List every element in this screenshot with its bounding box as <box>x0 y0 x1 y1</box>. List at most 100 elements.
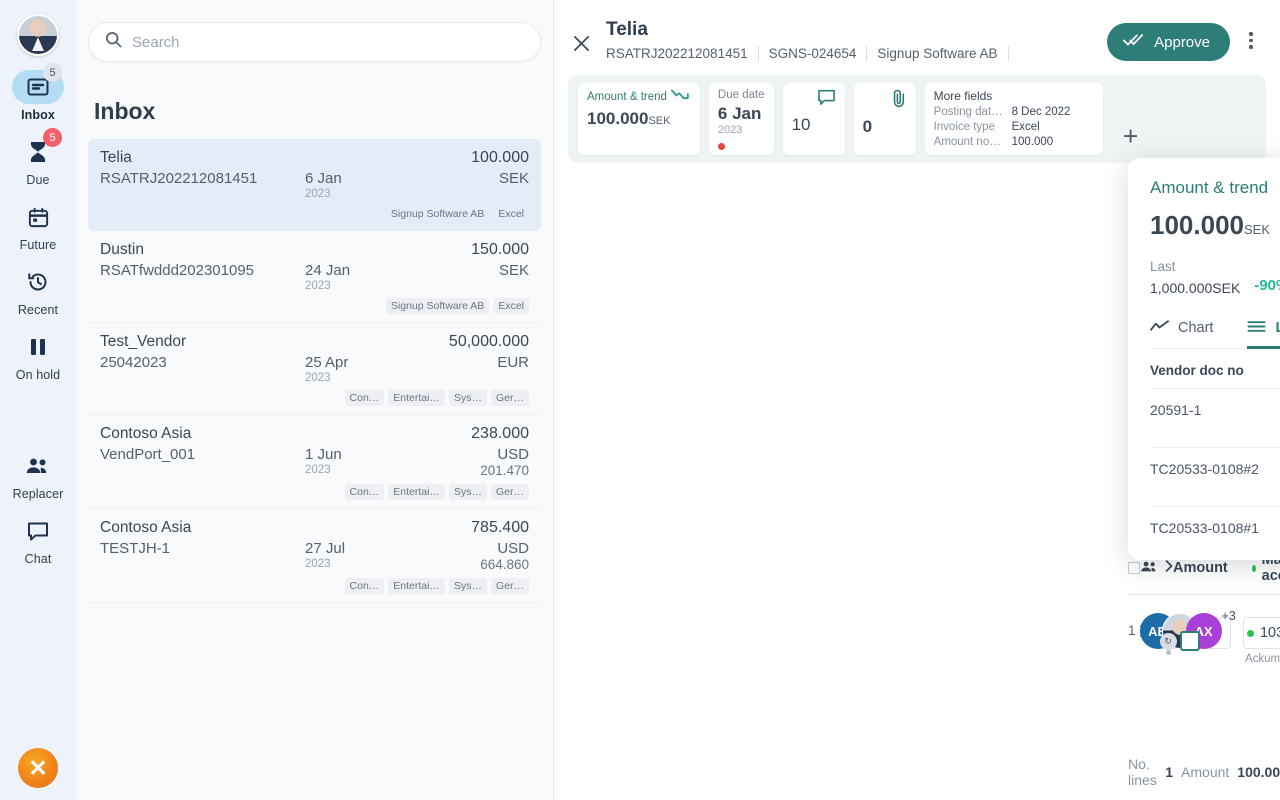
card-more-fields[interactable]: More fields Posting dat… 8 Dec 2022 Invo… <box>924 83 1103 155</box>
card-label-text: Amount & trend <box>587 90 667 103</box>
list-item-line-secondary: RSATfwddd202301095 24 Jan 2023 SEK <box>100 262 529 292</box>
page-title: Inbox <box>94 98 156 124</box>
no-lines-value: 1 <box>1165 764 1174 780</box>
trend-down-icon <box>670 89 691 104</box>
list-item-line-primary: Contoso Asia 238.000 <box>100 425 529 443</box>
due-date-block: 27 Jul 2023 <box>305 540 345 570</box>
sidebar-item-replacer[interactable]: Replacer <box>0 449 76 501</box>
table-row[interactable]: TC20533-0108#1 30 Aug 1 Aug 1,000.000 <box>1150 505 1280 548</box>
tag: Con… <box>344 390 385 406</box>
more-fields-value: 100.000 <box>1011 136 1054 148</box>
avatar[interactable] <box>17 14 59 56</box>
table-row[interactable]: 20591-1 19 Dec 2023 26 Oct 2020 1,000.00… <box>1150 387 1280 448</box>
due-date-block: 6 Jan 2023 <box>305 170 342 200</box>
summary-card-strip: Amount & trend 100.000SEK Due date 6 Jan… <box>568 75 1266 163</box>
app-logo[interactable]: ✕ <box>18 748 58 788</box>
sidebar-item-chat[interactable]: Chat <box>0 514 76 566</box>
tag: Entertai… <box>388 578 445 594</box>
card-amount-trend-label: Amount & trend <box>587 89 691 104</box>
tag: Ger… <box>490 390 529 406</box>
tag: Con… <box>344 484 385 500</box>
tag: Con… <box>344 578 385 594</box>
popup-body: Amount & trend 100.000SEK Last 1,000.000… <box>1128 158 1280 548</box>
sidebar-label-replacer: Replacer <box>12 487 64 501</box>
sidebar-label-future: Future <box>19 238 57 252</box>
tag: Sys… <box>448 390 487 406</box>
table-row[interactable]: 1 AB AX ↻ +3 100.000 1039 Ackumu <box>1128 595 1280 665</box>
more-fields-value: Excel <box>1011 121 1040 133</box>
tab-list[interactable]: List <box>1247 320 1280 349</box>
list-icon <box>1247 320 1266 337</box>
tab-chart[interactable]: Chart <box>1150 319 1213 349</box>
double-check-icon <box>1123 33 1145 51</box>
trend-table-head: Vendor doc no Due Posting date Amount <box>1150 349 1280 389</box>
amount-value: 100.000 <box>471 149 529 166</box>
selection-marker[interactable] <box>1179 631 1200 651</box>
application-root: 5 Inbox 5 Due Future Recent On hold Repl… <box>0 0 1280 800</box>
approvers-header[interactable] <box>1140 560 1173 577</box>
card-attachments[interactable]: 0 <box>853 83 916 155</box>
due-year: 2023 <box>305 188 331 200</box>
card-amount-trend[interactable]: Amount & trend 100.000SEK <box>578 83 700 155</box>
tag-group: Signup Software AB Excel <box>100 206 529 222</box>
currency: USD <box>497 446 529 463</box>
select-all-checkbox[interactable] <box>1128 562 1140 574</box>
inbox-panel: Inbox Telia 100.000 RSATRJ202212081451 6… <box>76 0 554 800</box>
sidebar-item-inbox[interactable]: 5 Inbox <box>0 63 76 122</box>
due-date: 24 Jan <box>305 262 351 279</box>
list-item-line-primary: Dustin 150.000 <box>100 241 529 259</box>
add-card-button[interactable]: + <box>1112 83 1150 155</box>
sidebar-item-on-hold[interactable]: On hold <box>0 330 76 382</box>
list-item-line-secondary: TESTJH-1 27 Jul 2023 USD 664.860 <box>100 540 529 572</box>
list-item[interactable]: Contoso Asia 238.000 VendPort_001 1 Jun … <box>88 415 541 509</box>
document-number: TESTJH-1 <box>100 540 171 557</box>
lines-footer: No. lines 1 Amount 100.000 (0) <box>1128 756 1280 788</box>
more-fields-key: Posting dat… <box>933 106 1003 118</box>
sidebar-label-due: Due <box>26 173 50 187</box>
row-index: 1 <box>1128 623 1136 638</box>
sidebar-item-recent[interactable]: Recent <box>0 265 76 317</box>
col-header-vendor-doc-no: Vendor doc no <box>1150 362 1244 378</box>
sidebar-item-future[interactable]: Future <box>0 200 76 252</box>
tag: Excel <box>498 208 524 220</box>
tag: Ger… <box>490 484 529 500</box>
table-row[interactable]: TC20533-0108#2 30 Aug 2023 1 Aug 2022 1,… <box>1150 446 1280 507</box>
inbox-icon: 5 <box>12 63 64 104</box>
cell-doc: 20591-1 <box>1150 387 1280 448</box>
currency: SEK <box>498 262 529 279</box>
chevron-right-icon <box>1165 560 1173 576</box>
approve-label: Approve <box>1154 33 1210 51</box>
list-item[interactable]: Contoso Asia 785.400 TESTJH-1 27 Jul 202… <box>88 509 541 603</box>
due-badge: 5 <box>43 128 62 147</box>
close-icon[interactable] <box>568 30 594 56</box>
tag-group: Con… Entertai… Sys… Ger… <box>100 390 529 406</box>
approve-button[interactable]: Approve <box>1107 23 1230 61</box>
search-bar[interactable] <box>88 22 541 62</box>
card-due-date-value: 6 Jan <box>717 104 762 123</box>
col-header-amount: Amount <box>1173 560 1228 576</box>
secondary-amount: 201.470 <box>480 463 529 478</box>
amount-currency: SEK <box>648 115 671 127</box>
table-header-row: Vendor doc no Due Posting date Amount <box>1150 349 1280 389</box>
list-item[interactable]: Test_Vendor 50,000.000 25042023 25 Apr 2… <box>88 323 541 415</box>
avatar-status-icon: ↻ <box>1159 633 1177 650</box>
list-item[interactable]: Telia 100.000 RSATRJ202212081451 6 Jan 2… <box>88 139 541 231</box>
search-input[interactable] <box>132 33 524 51</box>
popup-last-values: Last 1,000.000SEK <box>1150 257 1240 300</box>
cell-doc: TC20533-0108#1 <box>1150 505 1280 548</box>
detail-more-menu[interactable] <box>1240 32 1262 49</box>
footer-amount-value: 100.000 <box>1237 764 1280 780</box>
invoice-list: Telia 100.000 RSATRJ202212081451 6 Jan 2… <box>88 139 541 603</box>
popup-change-badge: -90% <box>1254 277 1280 294</box>
sidebar-label-on-hold: On hold <box>15 368 61 382</box>
due-year: 2023 <box>305 372 331 384</box>
list-item[interactable]: Dustin 150.000 RSATfwddd202301095 24 Jan… <box>88 231 541 323</box>
tag: Entertai… <box>388 390 445 406</box>
tag: Signup Software AB <box>385 298 490 314</box>
comment-icon <box>817 89 836 111</box>
popup-tabs: Chart List <box>1150 319 1280 349</box>
sidebar-item-due[interactable]: 5 Due <box>0 128 76 187</box>
card-due-date[interactable]: Due date 6 Jan 2023 <box>708 83 774 155</box>
card-comments[interactable]: 10 <box>782 83 845 155</box>
primary-navigation-rail: 5 Inbox 5 Due Future Recent On hold Repl… <box>0 0 76 800</box>
